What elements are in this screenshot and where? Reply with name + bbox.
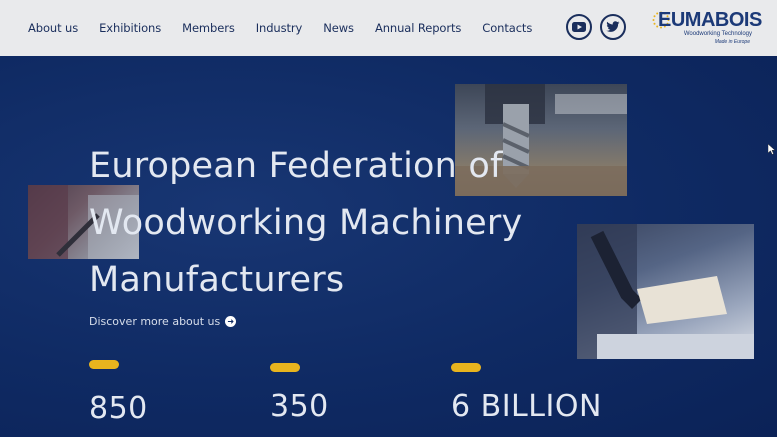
logo-tagline: Woodworking Technology [683, 31, 752, 37]
nav-exhibitions[interactable]: Exhibitions [99, 21, 161, 35]
stat-accent-bar [89, 360, 119, 369]
logo-wordmark: EUMABOIS [658, 9, 762, 31]
discover-more-link[interactable]: Discover more about us ➜ [89, 315, 237, 328]
stat-accent-bar [451, 363, 481, 372]
top-header: About us Exhibitions Members Industry Ne… [0, 0, 777, 56]
nav-contacts[interactable]: Contacts [482, 21, 532, 35]
stat-value: 850 [89, 391, 148, 426]
stat-accent-bar [270, 363, 300, 372]
nav-annual-reports[interactable]: Annual Reports [375, 21, 461, 35]
twitter-button[interactable] [600, 14, 626, 40]
stat-value: 350 [270, 389, 329, 424]
hero-section: European Federation of Woodworking Machi… [0, 56, 777, 437]
discover-more-label: Discover more about us [89, 315, 221, 328]
nav-members[interactable]: Members [182, 21, 235, 35]
youtube-button[interactable] [566, 14, 592, 40]
youtube-icon [572, 22, 586, 32]
nav-industry[interactable]: Industry [256, 21, 303, 35]
nav-about-us[interactable]: About us [28, 21, 78, 35]
main-nav: About us Exhibitions Members Industry Ne… [28, 21, 553, 35]
stat-value: 6 BILLION [451, 389, 602, 424]
logo-subtagline: Made in Europe [714, 39, 750, 45]
twitter-icon [606, 21, 620, 32]
arrow-right-circle-icon: ➜ [225, 316, 237, 327]
eumabois-logo[interactable]: EUMABOIS Woodworking Technology Made in … [652, 9, 762, 49]
hero-title-line: Woodworking Machinery [89, 203, 523, 243]
hero-title-line: Manufacturers [89, 260, 345, 300]
hero-title-line: European Federation of [89, 146, 503, 186]
mouse-cursor-icon [768, 144, 776, 155]
nav-news[interactable]: News [323, 21, 354, 35]
social-links [566, 14, 634, 40]
hero-title: European Federation of Woodworking Machi… [89, 138, 649, 309]
